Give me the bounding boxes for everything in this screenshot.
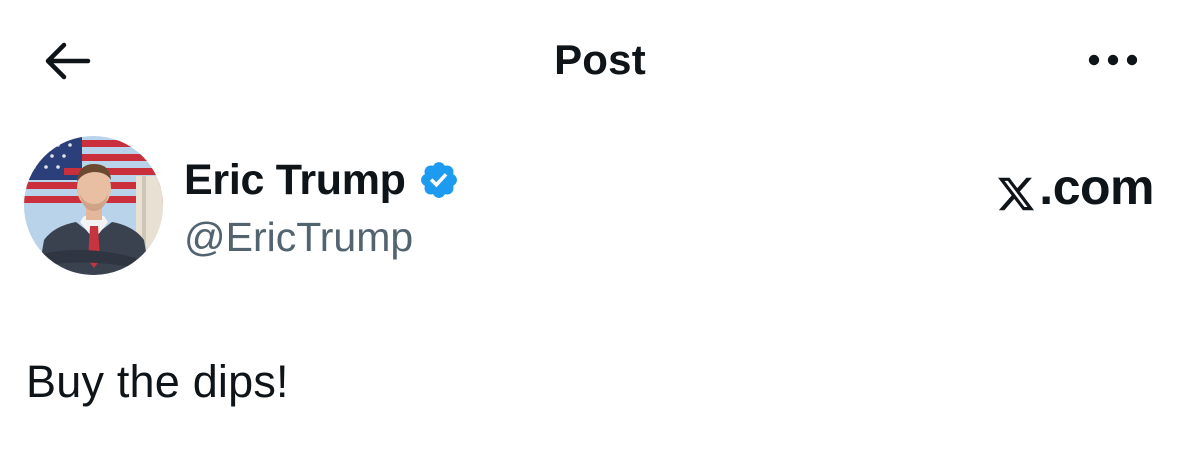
top-bar: Post	[0, 0, 1200, 120]
more-options-button[interactable]	[1080, 44, 1146, 80]
name-row: Eric Trump	[184, 156, 460, 204]
avatar[interactable]	[24, 136, 163, 275]
post-text: Buy the dips!	[26, 356, 289, 407]
ellipsis-horizontal-icon	[1086, 53, 1140, 72]
x-com-watermark: .com	[996, 158, 1154, 216]
x-com-text: .com	[1039, 159, 1154, 215]
verified-badge-icon[interactable]	[418, 159, 460, 201]
display-name[interactable]: Eric Trump	[184, 156, 406, 205]
user-handle[interactable]: @EricTrump	[184, 214, 413, 261]
x-logo-icon	[996, 168, 1036, 211]
page-title: Post	[554, 36, 646, 83]
author-header: Eric Trump @EricTrump .com	[24, 136, 1164, 278]
